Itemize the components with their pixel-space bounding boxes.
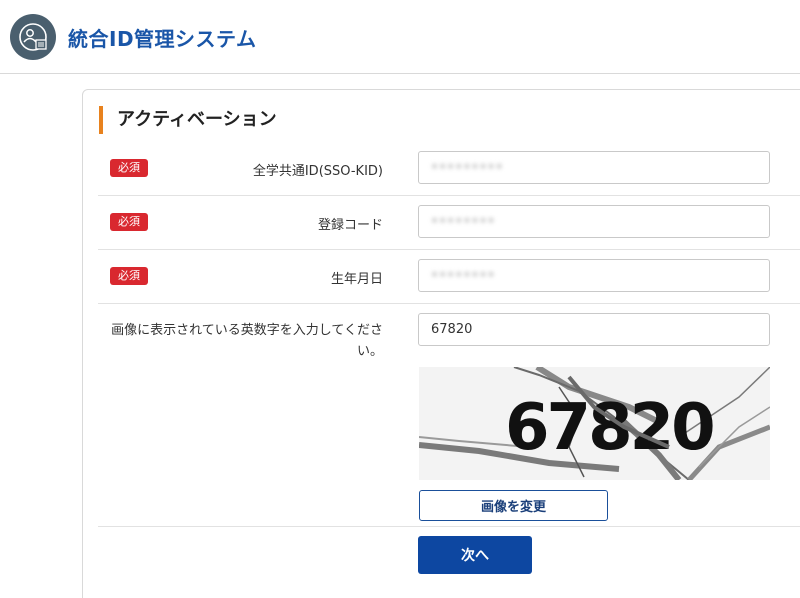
required-badge: 必須 (110, 267, 148, 285)
birthdate-value: •••••••• (431, 268, 496, 282)
birthdate-label: 生年月日 (330, 272, 383, 287)
user-shield-icon (10, 14, 56, 60)
birthdate-field[interactable]: •••••••• (418, 259, 770, 292)
required-badge: 必須 (110, 159, 148, 177)
row-divider (98, 195, 800, 196)
app-title: 統合ID管理システム (68, 27, 257, 51)
registration-code-field[interactable]: •••••••• (418, 205, 770, 238)
sso-id-field[interactable]: ••••••••• (418, 151, 770, 184)
required-badge: 必須 (110, 213, 148, 231)
change-image-button[interactable]: 画像を変更 (419, 490, 608, 521)
row-divider (98, 249, 800, 250)
registration-code-value: •••••••• (431, 214, 496, 228)
captcha-input[interactable]: 67820 (418, 313, 770, 346)
row-divider (98, 526, 800, 527)
registration-code-label: 登録コード (317, 218, 383, 233)
captcha-image: 67820 (419, 367, 770, 480)
section-title: アクティベーション (99, 106, 277, 134)
sso-id-value: ••••••••• (431, 160, 504, 174)
captcha-text: 67820 (505, 391, 713, 465)
next-button[interactable]: 次へ (418, 536, 532, 574)
app-header: 統合ID管理システム (0, 0, 800, 74)
captcha-label: 画像に表示されている英数字を入力してください。 (111, 323, 383, 359)
row-divider (98, 303, 800, 304)
sso-id-label: 全学共通ID(SSO-KID) (252, 164, 383, 179)
